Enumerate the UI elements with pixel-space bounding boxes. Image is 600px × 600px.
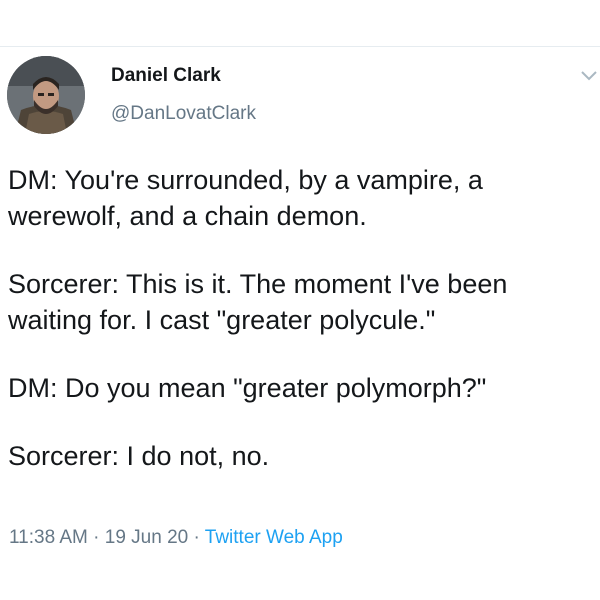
tweet-paragraph: DM: Do you mean "greater polymorph?" [8, 373, 487, 403]
tweet-text: DM: You're surrounded, by a vampire, a w… [8, 162, 593, 474]
tweet-date[interactable]: 19 Jun 20 [105, 527, 188, 548]
tweet-metadata: 11:38 AM · 19 Jun 20 · Twitter Web App [9, 527, 343, 549]
author-handle[interactable]: @DanLovatClark [111, 103, 256, 125]
author-name[interactable]: Daniel Clark [111, 65, 221, 87]
profile-photo-icon [7, 56, 85, 134]
tweet-source-link[interactable]: Twitter Web App [205, 527, 343, 548]
tweet-time[interactable]: 11:38 AM [9, 527, 88, 548]
separator-dot: · [93, 527, 100, 548]
avatar[interactable] [7, 56, 85, 134]
chevron-down-icon[interactable] [580, 68, 598, 82]
tweet-paragraph: Sorcerer: This is it. The moment I've be… [8, 269, 508, 335]
top-divider [0, 46, 600, 47]
tweet-paragraph: Sorcerer: I do not, no. [8, 441, 270, 471]
tweet-paragraph: DM: You're surrounded, by a vampire, a w… [8, 165, 483, 231]
separator-dot: · [193, 527, 200, 548]
